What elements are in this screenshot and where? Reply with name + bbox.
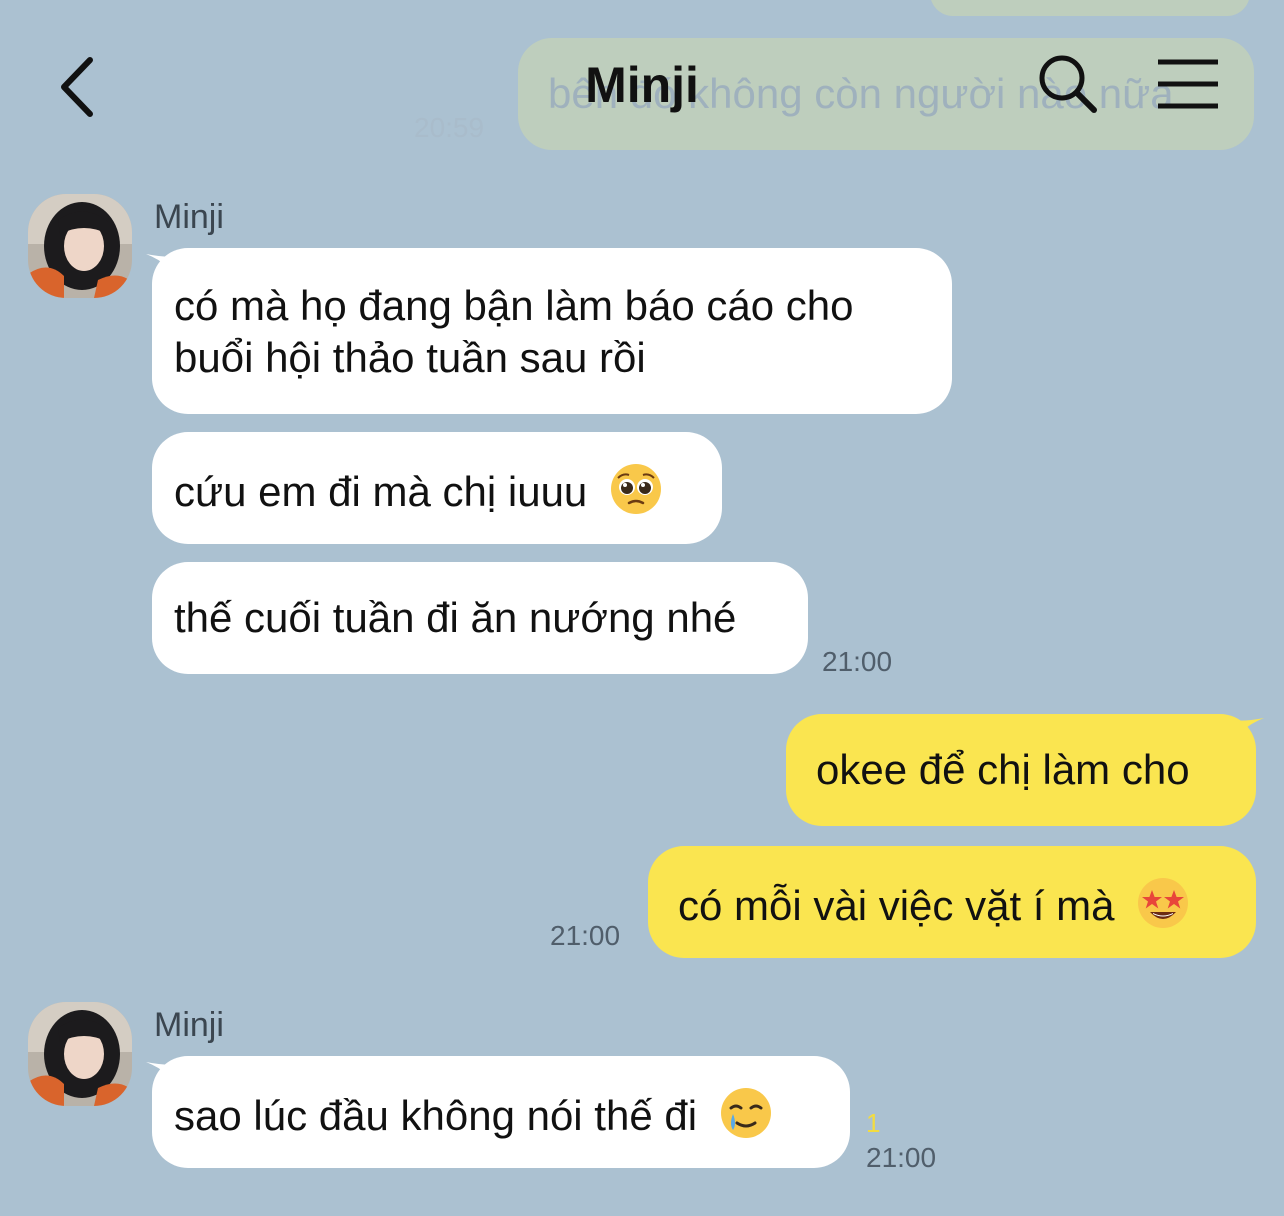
avatar[interactable] <box>28 1002 132 1106</box>
incoming-message-bubble[interactable]: sao lúc đầu không nói thế đi <box>152 1056 850 1168</box>
message-time: 21:00 <box>822 646 893 677</box>
search-button[interactable] <box>1036 52 1100 116</box>
outgoing-message-bubble[interactable]: okee để chị làm cho <box>786 714 1256 826</box>
avatar-photo <box>28 1002 132 1106</box>
incoming-message-bubble[interactable]: cứu em đi mà chị iuuu <box>152 432 722 544</box>
sender-name: Minji <box>154 1006 224 1044</box>
smiling-tear-emoji <box>720 1088 771 1138</box>
search-icon <box>1039 55 1097 113</box>
message-text: sao lúc đầu không nói thế đi <box>174 1092 698 1139</box>
star-struck-emoji <box>1138 878 1189 928</box>
message-text: okee để chị làm cho <box>816 746 1190 793</box>
avatar[interactable] <box>28 194 132 298</box>
message-text: có mỗi vài việc vặt í mà <box>678 882 1115 929</box>
outgoing-message-bubble[interactable]: có mỗi vài việc vặt í mà <box>648 846 1256 958</box>
faded-message-time: 20:59 <box>414 112 485 143</box>
incoming-message-bubble[interactable]: thế cuối tuần đi ăn nướng nhé <box>152 562 808 674</box>
unread-count: 1 <box>866 1108 881 1138</box>
message-time: 21:00 <box>866 1142 937 1173</box>
sender-name: Minji <box>154 198 224 236</box>
message-text: có mà họ đang bận làm báo cáo cho buổi h… <box>174 282 854 381</box>
pleading-face-emoji <box>610 464 661 514</box>
faded-message-bubble <box>930 0 1250 16</box>
menu-button[interactable] <box>1156 58 1220 110</box>
incoming-message-bubble[interactable]: có mà họ đang bận làm báo cáo cho buổi h… <box>152 248 952 414</box>
avatar-photo <box>28 194 132 298</box>
message-time: 21:00 <box>550 920 621 951</box>
menu-icon <box>1158 59 1218 109</box>
message-text: cứu em đi mà chị iuuu <box>174 468 588 515</box>
message-text: thế cuối tuần đi ăn nướng nhé <box>174 594 737 641</box>
